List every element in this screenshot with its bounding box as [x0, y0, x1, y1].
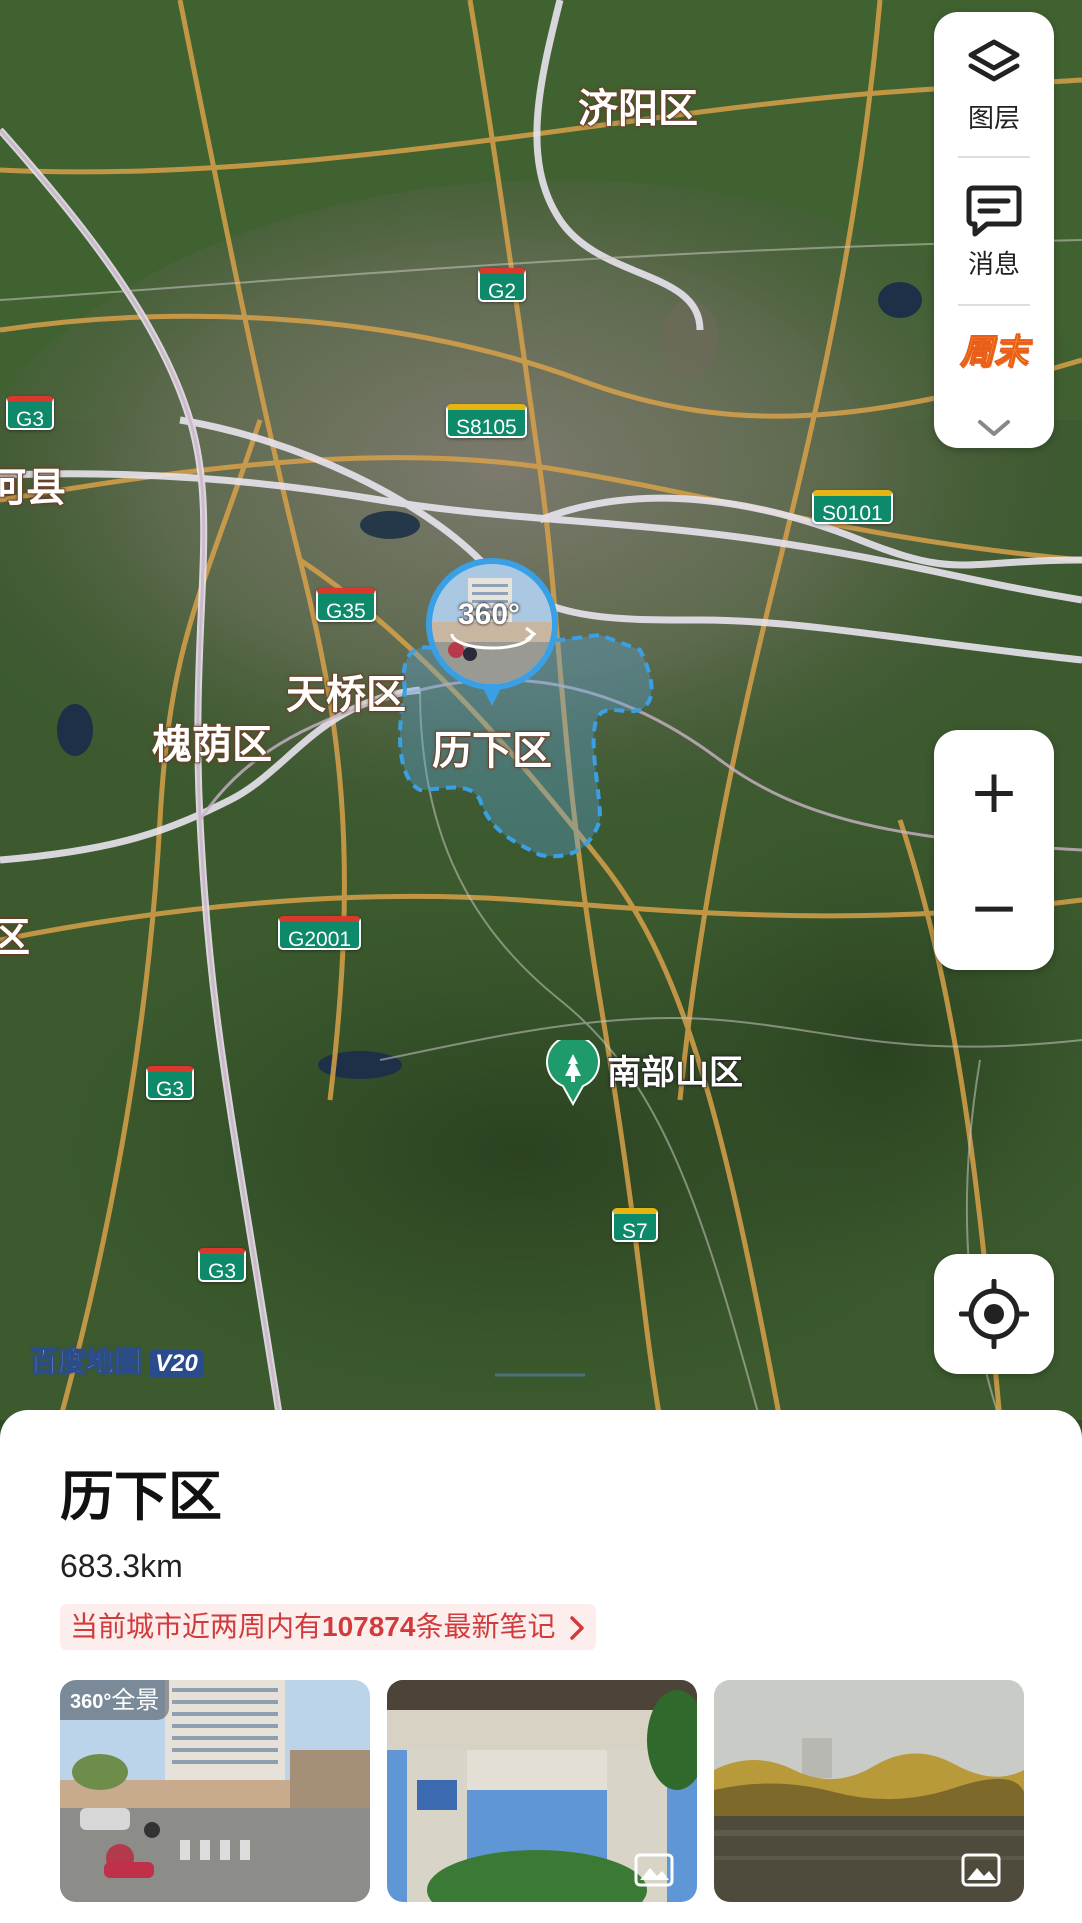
photo-thumbnail-lake[interactable]: [714, 1680, 1024, 1902]
baidu-map-watermark: 百度地图 V20: [29, 1340, 204, 1380]
notes-suffix: 条最新笔记: [415, 1610, 556, 1643]
locate-button[interactable]: [934, 1254, 1054, 1374]
panel-divider: [958, 304, 1030, 306]
message-icon: [966, 185, 1022, 237]
road-shield-g3[interactable]: G3: [6, 396, 55, 431]
chevron-right-icon: [570, 1616, 585, 1640]
road-shield-g3[interactable]: G3: [146, 1066, 195, 1101]
place-distance: 683.3km: [60, 1548, 183, 1584]
zoom-in-button[interactable]: +: [934, 744, 1054, 840]
chevron-down-icon[interactable]: [974, 416, 1014, 440]
location-target-icon: [959, 1279, 1029, 1349]
road-shield-g2[interactable]: G2: [478, 268, 527, 303]
weekend-button[interactable]: 周末: [934, 324, 1054, 373]
panorama-360-marker[interactable]: 360°: [422, 556, 562, 718]
latest-notes-banner[interactable]: 当前城市近两周内有107874条最新笔记: [60, 1604, 597, 1650]
poi-label-nanbu: 南部山区: [607, 1053, 744, 1094]
watermark-text: 百度地图: [29, 1345, 143, 1379]
district-label-partial[interactable]: 区: [0, 905, 31, 963]
district-label-tianqiao[interactable]: 天桥区: [285, 662, 407, 720]
layers-button[interactable]: 图层: [934, 36, 1054, 135]
place-title: 历下区: [60, 1465, 222, 1528]
zoom-out-button[interactable]: −: [934, 860, 1054, 956]
image-icon: [961, 1853, 1001, 1887]
road-shield-s8105[interactable]: S8105: [446, 404, 527, 439]
district-label-jiyang[interactable]: 济阳区: [577, 76, 699, 134]
district-label-lixia[interactable]: 历下区: [431, 718, 553, 776]
zoom-controls: + −: [934, 730, 1054, 970]
road-shield-g2001[interactable]: G2001: [278, 916, 362, 951]
watermark-version: V20: [149, 1350, 204, 1378]
notes-prefix: 当前城市近两周内有: [70, 1610, 323, 1643]
messages-button[interactable]: 消息: [934, 182, 1054, 281]
photo-thumbnail-panorama[interactable]: 360°全景: [60, 1680, 370, 1902]
layers-label: 图层: [967, 104, 1020, 134]
photo-thumbnail-gate[interactable]: [387, 1680, 697, 1902]
panorama-badge: 360°全景: [60, 1680, 170, 1720]
image-icon: [634, 1853, 674, 1887]
road-shield-s0101[interactable]: S0101: [812, 490, 893, 525]
panorama-pin-icon: [426, 558, 558, 706]
panorama-badge-label: 全景: [111, 1686, 160, 1714]
map-tools-panel: 图层 消息 周末: [934, 12, 1054, 448]
panorama-badge-num: 360°: [70, 1691, 112, 1713]
road-shield-g35[interactable]: G35: [316, 588, 376, 623]
district-label-hexian[interactable]: 河县: [0, 455, 67, 513]
notes-count: 107874: [322, 1611, 416, 1642]
district-label-huaiyin[interactable]: 槐荫区: [151, 712, 273, 770]
weekend-label: 周末: [960, 332, 1029, 373]
road-shield-s7[interactable]: S7: [612, 1208, 658, 1243]
map-view[interactable]: 济阳区 天桥区 槐荫区 历下区 河县 区 南部山区 G2 G3 S8105 S0…: [0, 0, 1082, 1420]
panel-divider: [958, 156, 1030, 158]
road-shield-g3[interactable]: G3: [198, 1248, 247, 1283]
layers-icon: [968, 39, 1020, 82]
panorama-360-badge: 360°: [458, 598, 521, 631]
tree-pin-icon: [546, 1040, 600, 1106]
messages-label: 消息: [967, 250, 1020, 280]
